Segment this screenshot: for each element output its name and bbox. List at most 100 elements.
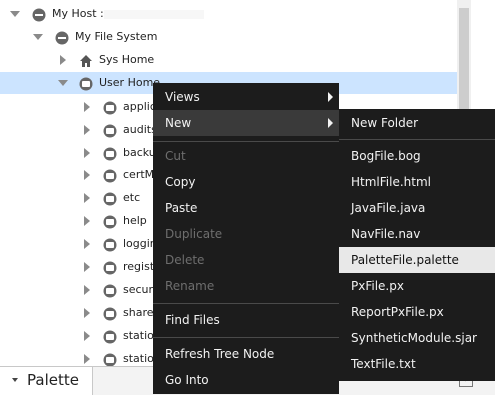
host-icon	[32, 7, 46, 22]
child-label: audits	[123, 123, 157, 136]
submenu-arrow-icon	[328, 118, 333, 128]
menu-item-label: Refresh Tree Node	[165, 347, 275, 361]
tree-row-host[interactable]: My Host :	[0, 3, 457, 25]
expand-arrow-icon[interactable]	[82, 119, 92, 141]
expand-arrow-icon[interactable]	[82, 96, 92, 118]
submenu-arrow-icon	[328, 92, 333, 102]
menu-item-cut: Cut	[153, 143, 339, 169]
menu-item-label: ReportPxFile.px	[351, 305, 444, 319]
expand-arrow-icon[interactable]	[82, 142, 92, 164]
expand-arrow-icon[interactable]	[82, 302, 92, 324]
folder-icon	[103, 237, 117, 252]
host-label: My Host :	[52, 7, 104, 20]
folder-icon	[103, 100, 117, 115]
menu-separator	[153, 303, 339, 304]
folder-icon	[103, 146, 117, 161]
chevron-down-icon[interactable]	[12, 378, 18, 382]
menu-item-label: BogFile.bog	[351, 149, 421, 163]
context-menu: Views New Cut Copy Paste Duplicate Delet…	[153, 83, 339, 394]
menu-item-delete: Delete	[153, 247, 339, 273]
menu-item-paste[interactable]: Paste	[153, 195, 339, 221]
palette-tab[interactable]: Palette	[0, 367, 93, 395]
menu-item-label: HtmlFile.html	[351, 175, 431, 189]
tree-row-syshome[interactable]: Sys Home	[0, 49, 457, 71]
expand-arrow-icon[interactable]	[58, 49, 68, 71]
child-label: securi	[123, 283, 157, 296]
menu-item-label: Duplicate	[165, 227, 223, 241]
collapse-arrow-icon[interactable]	[33, 26, 43, 48]
child-label: applic	[123, 100, 156, 113]
house-icon	[79, 53, 93, 67]
menu-item-refresh[interactable]: Refresh Tree Node	[153, 341, 339, 367]
menu-item-label: Copy	[165, 175, 196, 189]
folder-icon	[79, 76, 93, 91]
menu-item-label: Find Files	[165, 313, 220, 327]
menu-item-label: Cut	[165, 149, 186, 163]
expand-arrow-icon[interactable]	[82, 210, 92, 232]
child-label: etc	[123, 191, 141, 204]
folder-icon	[103, 191, 117, 206]
menu-item-label: Views	[165, 90, 200, 104]
menu-item-label: NavFile.nav	[351, 227, 421, 241]
menu-item-views[interactable]: Views	[153, 84, 339, 110]
folder-icon	[103, 352, 117, 367]
expand-arrow-icon[interactable]	[82, 164, 92, 186]
menu-item-go-into[interactable]: Go Into	[153, 367, 339, 393]
userhome-label: User Home	[99, 76, 161, 89]
menu-item-label: SyntheticModule.sjar	[351, 331, 477, 345]
menu-item-label: JavaFile.java	[351, 201, 426, 215]
menu-item-label: New	[165, 116, 192, 130]
menu-item-copy[interactable]: Copy	[153, 169, 339, 195]
menu-item-label: TextFile.txt	[351, 357, 416, 371]
child-label: loggin	[123, 237, 157, 250]
submenu-item-reportpxfile[interactable]: ReportPxFile.px	[339, 299, 495, 325]
submenu-item-syntheticmodule[interactable]: SyntheticModule.sjar	[339, 325, 495, 351]
collapse-arrow-icon[interactable]	[10, 3, 20, 25]
menu-separator	[339, 139, 495, 140]
folder-icon	[103, 283, 117, 298]
menu-item-label: New Folder	[351, 116, 419, 130]
menu-item-label: PxFile.px	[351, 279, 404, 293]
palette-title: Palette	[27, 371, 79, 389]
submenu-item-pxfile[interactable]: PxFile.px	[339, 273, 495, 299]
submenu-item-navfile[interactable]: NavFile.nav	[339, 221, 495, 247]
menu-item-new[interactable]: New	[153, 110, 339, 136]
expand-arrow-icon[interactable]	[82, 233, 92, 255]
folder-icon	[103, 329, 117, 344]
menu-separator	[153, 141, 339, 142]
folder-icon	[103, 260, 117, 275]
drive-icon	[55, 30, 69, 45]
hidden-hostname	[104, 10, 204, 19]
syshome-label: Sys Home	[99, 53, 155, 66]
submenu-item-javafile[interactable]: JavaFile.java	[339, 195, 495, 221]
expand-arrow-icon[interactable]	[82, 325, 92, 347]
collapse-arrow-icon[interactable]	[58, 72, 68, 94]
folder-icon	[103, 123, 117, 138]
menu-item-label: Go Into	[165, 373, 209, 387]
submenu-item-textfile[interactable]: TextFile.txt	[339, 351, 495, 377]
new-submenu: New Folder BogFile.bog HtmlFile.html Jav…	[339, 109, 495, 381]
child-label: statio	[123, 329, 154, 342]
menu-item-find-files[interactable]: Find Files	[153, 307, 339, 333]
folder-icon	[103, 168, 117, 183]
child-label: help	[123, 214, 147, 227]
submenu-item-new-folder[interactable]: New Folder	[339, 110, 495, 136]
expand-arrow-icon[interactable]	[82, 187, 92, 209]
menu-item-duplicate: Duplicate	[153, 221, 339, 247]
menu-item-rename: Rename	[153, 273, 339, 299]
submenu-item-palettefile[interactable]: PaletteFile.palette	[339, 247, 495, 273]
menu-item-label: PaletteFile.palette	[351, 253, 459, 267]
menu-item-label: Rename	[165, 279, 215, 293]
submenu-item-bogfile[interactable]: BogFile.bog	[339, 143, 495, 169]
filesystem-label: My File System	[75, 30, 158, 43]
child-label: backu	[123, 146, 156, 159]
expand-arrow-icon[interactable]	[82, 256, 92, 278]
menu-item-label: Delete	[165, 253, 205, 267]
menu-separator	[153, 337, 339, 338]
tree-row-filesystem[interactable]: My File System	[0, 26, 457, 48]
submenu-item-htmlfile[interactable]: HtmlFile.html	[339, 169, 495, 195]
expand-arrow-icon[interactable]	[82, 279, 92, 301]
menu-item-label: Paste	[165, 201, 198, 215]
folder-icon	[103, 214, 117, 229]
folder-icon	[103, 306, 117, 321]
